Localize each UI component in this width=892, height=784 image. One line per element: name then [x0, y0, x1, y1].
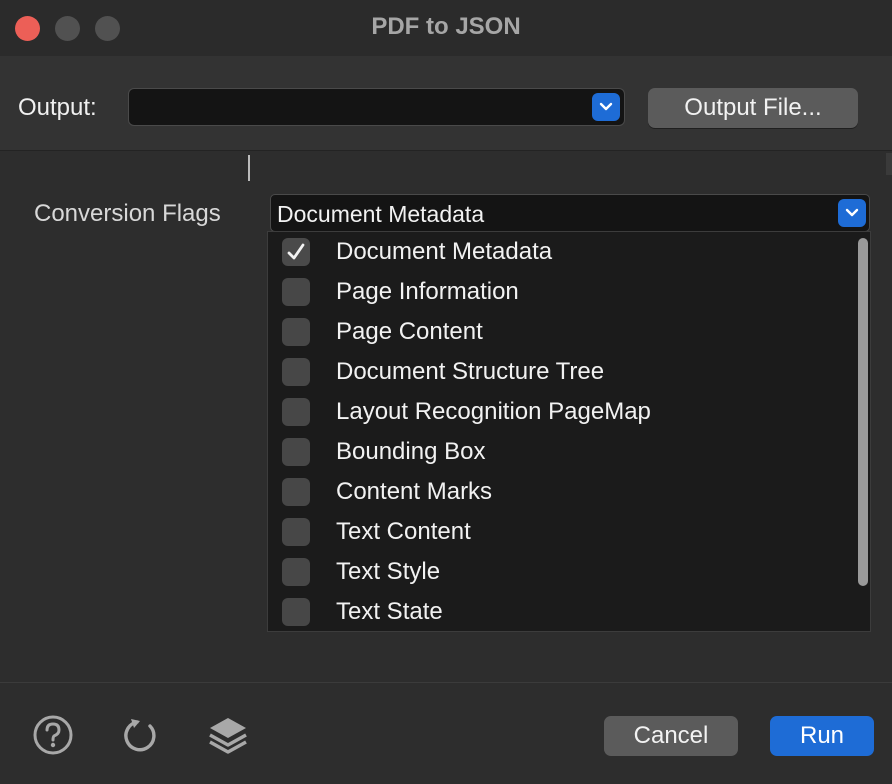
menu-item-label: Page Content: [336, 318, 483, 345]
reset-icon[interactable]: [120, 714, 162, 761]
checkbox-text-content[interactable]: [282, 518, 310, 546]
help-icon[interactable]: [32, 714, 74, 761]
title-bar: PDF to JSON: [0, 0, 892, 57]
menu-item-label: Text Content: [336, 518, 471, 545]
output-dropdown-button[interactable]: [592, 93, 620, 121]
menu-item-text-style[interactable]: Text Style: [268, 552, 848, 592]
checkmark-icon: [287, 243, 305, 260]
chevron-down-icon: [599, 102, 613, 111]
menu-item-label: Layout Recognition PageMap: [336, 398, 651, 425]
window-edge-handle: [886, 153, 892, 175]
checkbox-page-information[interactable]: [282, 278, 310, 306]
output-combobox[interactable]: [128, 88, 625, 126]
menu-item-label: Text State: [336, 598, 443, 625]
checkbox-text-style[interactable]: [282, 558, 310, 586]
conversion-flags-value: Document Metadata: [277, 201, 485, 227]
menu-item-bounding-box[interactable]: Bounding Box: [268, 432, 848, 472]
checkbox-page-content[interactable]: [282, 318, 310, 346]
conversion-flags-combobox[interactable]: Document Metadata: [270, 194, 870, 232]
checkbox-document-structure-tree[interactable]: [282, 358, 310, 386]
checkbox-text-state[interactable]: [282, 598, 310, 626]
cancel-button[interactable]: Cancel: [604, 716, 738, 756]
menu-item-content-marks[interactable]: Content Marks: [268, 472, 848, 512]
menu-item-text-state[interactable]: Text State: [268, 592, 848, 632]
menu-item-text-content[interactable]: Text Content: [268, 512, 848, 552]
output-file-button[interactable]: Output File...: [648, 88, 858, 128]
checkbox-layout-recognition-pagemap[interactable]: [282, 398, 310, 426]
layers-icon[interactable]: [206, 714, 250, 761]
conversion-flags-dropdown-button[interactable]: [838, 199, 866, 227]
window-title: PDF to JSON: [371, 13, 521, 40]
chevron-down-icon: [845, 208, 859, 217]
text-cursor: [248, 155, 250, 181]
checkbox-content-marks[interactable]: [282, 478, 310, 506]
menu-item-label: Page Information: [336, 278, 519, 305]
menu-item-page-information[interactable]: Page Information: [268, 272, 848, 312]
output-row: Output: Output File...: [0, 56, 892, 151]
output-label: Output:: [18, 94, 97, 121]
footer-divider: [0, 682, 892, 683]
menu-item-document-structure-tree[interactable]: Document Structure Tree: [268, 352, 848, 392]
menu-item-document-metadata[interactable]: Document Metadata: [268, 232, 848, 272]
run-button[interactable]: Run: [770, 716, 874, 756]
conversion-flags-label: Conversion Flags: [34, 200, 221, 227]
menu-item-label: Document Structure Tree: [336, 358, 605, 385]
menu-item-label: Content Marks: [336, 478, 493, 505]
popup-scrollbar[interactable]: [858, 238, 868, 628]
checkbox-document-metadata[interactable]: [282, 238, 310, 266]
menu-item-label: Text Style: [336, 558, 441, 585]
conversion-flags-popup: Document Metadata Page Information Page …: [267, 231, 871, 632]
menu-item-label: Document Metadata: [336, 238, 553, 265]
menu-item-layout-recognition-pagemap[interactable]: Layout Recognition PageMap: [268, 392, 848, 432]
menu-item-page-content[interactable]: Page Content: [268, 312, 848, 352]
scrollbar-thumb[interactable]: [858, 238, 868, 586]
menu-item-label: Bounding Box: [336, 438, 486, 465]
checkbox-bounding-box[interactable]: [282, 438, 310, 466]
